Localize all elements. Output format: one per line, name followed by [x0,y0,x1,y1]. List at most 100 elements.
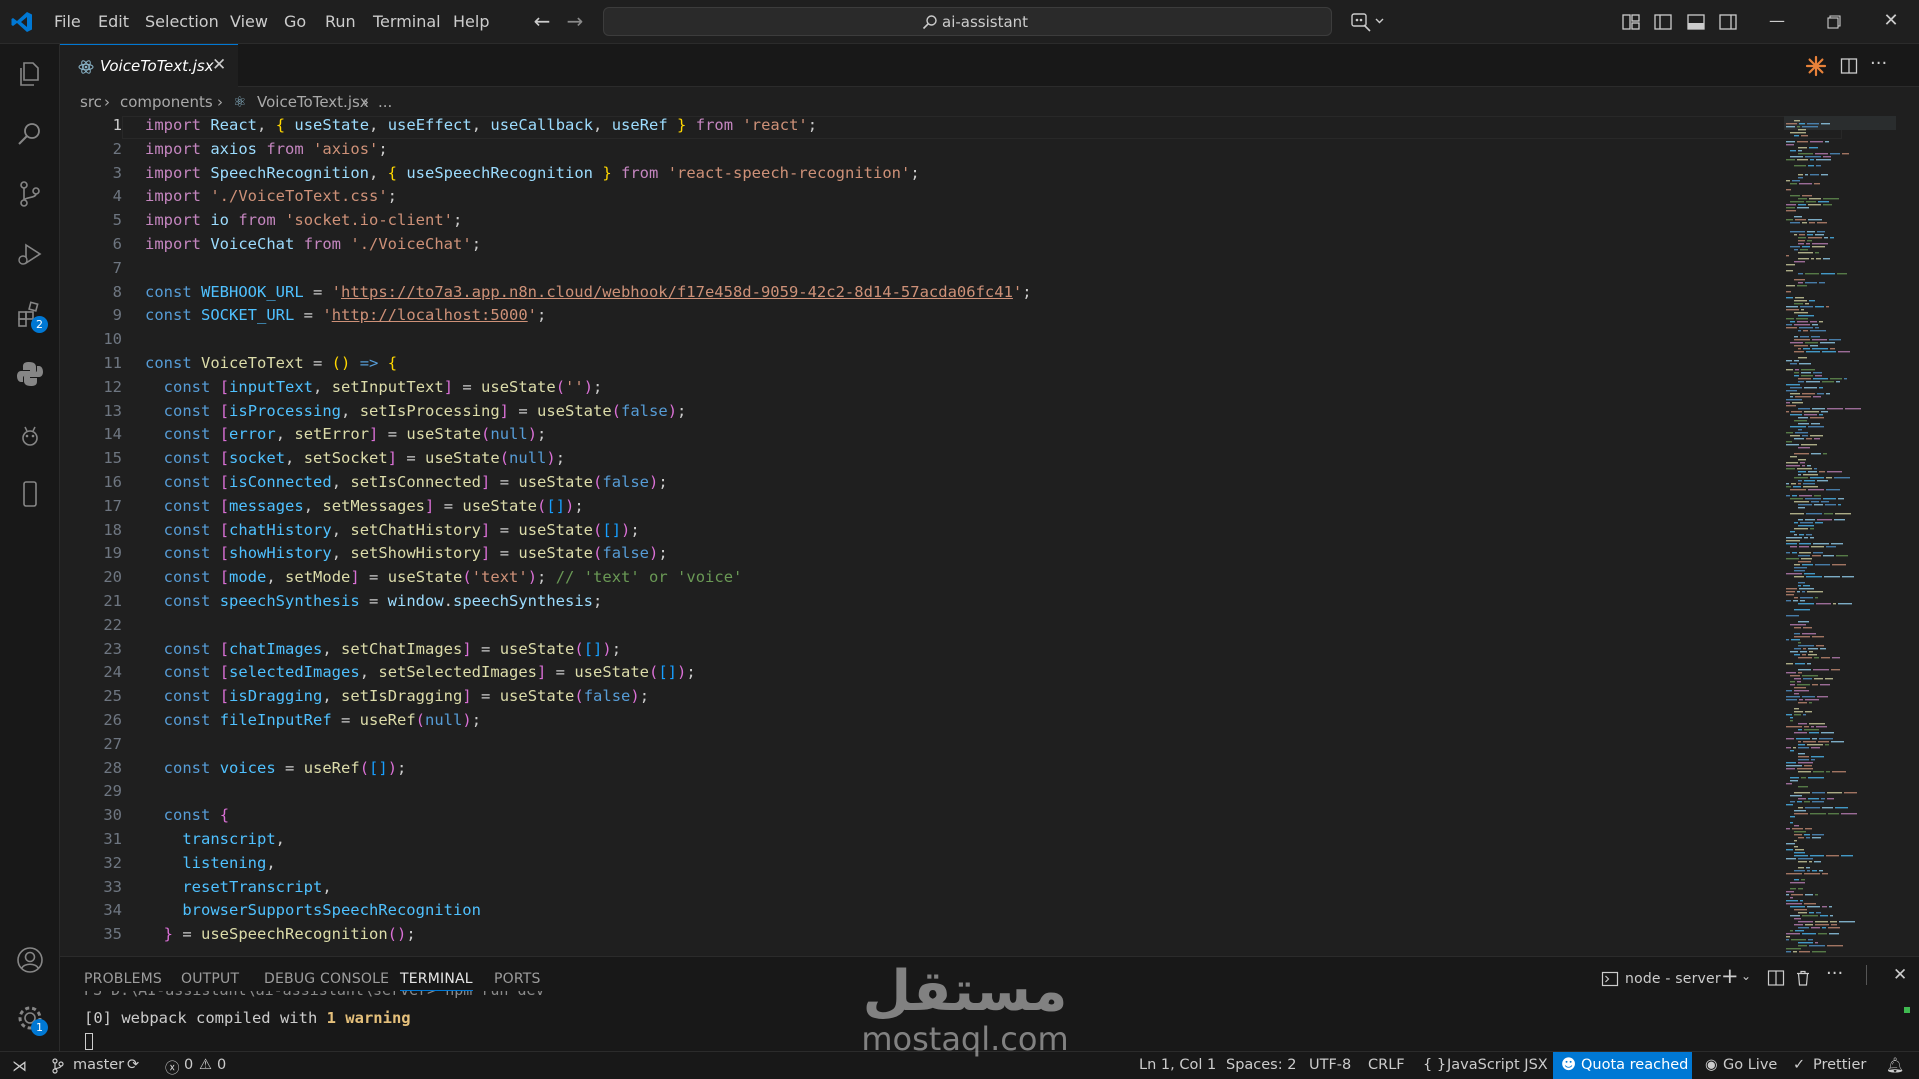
toggle-secondary-sidebar-icon[interactable] [1718,12,1738,32]
minimap-line [1790,906,1805,908]
docker-whale-icon[interactable] [14,418,46,450]
minimap-line [1812,636,1824,638]
minimap-line [1798,582,1805,584]
split-editor-icon[interactable] [1840,57,1858,75]
toggle-primary-sidebar-icon[interactable] [1653,12,1673,32]
minimap-line [1816,645,1824,647]
code-line: const VoiceToText = () => { [145,354,398,372]
copilot-icon[interactable] [1350,11,1386,33]
tab-output[interactable]: OUTPUT [181,971,239,987]
minimap-line [1814,183,1820,185]
sync-icon[interactable]: ⟳ [127,1057,139,1073]
close-panel-icon[interactable]: ✕ [1893,965,1907,985]
minimap-line [1830,237,1834,239]
tab-voicetotext[interactable]: VoiceToText.jsx ✕ [60,44,238,87]
close-window-icon[interactable]: ✕ [1880,10,1902,32]
language-mode[interactable]: JavaScript JSX [1447,1057,1548,1073]
claude-spark-icon[interactable] [1805,55,1827,77]
notifications-bell-icon[interactable]: 🔔︎ [1886,1057,1904,1074]
tab-terminal[interactable]: TERMINAL [400,971,473,991]
minimap-line [1811,258,1814,260]
minimap-line [1810,321,1817,323]
back-arrow-icon[interactable]: ← [531,10,553,32]
terminal-scroll-indicator [1904,1007,1910,1013]
menu-terminal[interactable]: Terminal [373,12,441,31]
warning-count[interactable]: 0 [217,1057,226,1073]
trash-icon[interactable] [1794,969,1812,987]
source-control-icon[interactable] [14,178,46,210]
minimap-line [1805,924,1813,926]
minimap-line [1794,351,1804,353]
more-actions-icon[interactable]: ··· [1870,53,1887,74]
customize-layout-icon[interactable] [1621,12,1641,32]
terminal-name[interactable]: node - server [1625,971,1721,987]
tab-ports[interactable]: PORTS [494,971,541,987]
chevron-down-icon[interactable]: ⌄ [1741,969,1751,983]
breadcrumb-more[interactable]: ... [378,93,392,111]
minimap-line [1794,840,1797,842]
remote-icon[interactable]: ⋊ [12,1057,27,1075]
vscode-logo-icon[interactable] [10,10,34,34]
accounts-icon[interactable] [14,944,46,976]
minimap-line [1786,903,1802,905]
line-number: 24 [103,663,122,682]
command-center-search[interactable]: ai-assistant [603,7,1332,36]
split-terminal-icon[interactable] [1767,969,1785,987]
panel-more-icon[interactable]: ··· [1826,963,1843,984]
minimap-line [1798,837,1804,839]
minimap-line [1786,204,1796,206]
minimap-line [1817,480,1828,482]
indentation[interactable]: Spaces: 2 [1226,1057,1296,1073]
go-live[interactable]: Go Live [1723,1057,1777,1073]
minimap-line [1813,396,1821,398]
tab-debug-console[interactable]: DEBUG CONSOLE [264,971,389,987]
minimize-icon[interactable]: — [1766,10,1788,32]
tab-problems[interactable]: PROBLEMS [84,971,162,987]
breadcrumb-file[interactable]: VoiceToText.jsx [257,93,369,111]
new-terminal-icon[interactable]: + [1721,964,1739,988]
forward-arrow-icon[interactable]: → [564,10,586,32]
minimap-line [1809,198,1821,200]
restore-icon[interactable] [1826,14,1842,30]
quota-reached-button[interactable]: ☻ Quota reached [1553,1052,1692,1079]
line-ending[interactable]: CRLF [1368,1057,1405,1073]
menu-help[interactable]: Help [453,12,489,31]
encoding[interactable]: UTF-8 [1309,1057,1351,1073]
breadcrumb-src[interactable]: src [80,93,102,111]
line-number: 15 [103,449,122,468]
minimap-line [1815,597,1818,599]
minimap-line [1798,483,1801,485]
terminal-output[interactable]: [0] webpack compiled with 1 warning [84,1009,411,1027]
cursor-position[interactable]: Ln 1, Col 1 [1139,1057,1216,1073]
minimap-line [1798,357,1807,359]
minimap-line [1790,222,1800,224]
close-tab-icon[interactable]: ✕ [212,55,226,75]
code-line: resetTranscript, [182,877,332,896]
python-icon[interactable] [14,358,46,390]
search-view-icon[interactable] [14,118,46,150]
minimap[interactable] [1784,116,1896,956]
minimap-line [1786,390,1797,392]
menu-run[interactable]: Run [325,12,356,31]
menu-go[interactable]: Go [284,12,306,31]
code-editor[interactable]: 1 2 3 4 5 6 7 8 9 10 11 12 13 14 15 16 17 18 19 20 21 22 23 24 2… [60,116,1919,956]
breadcrumb-components[interactable]: components [120,93,213,111]
code-line: const [isDragging, setIsDragging] = useS… [163,687,650,706]
device-icon[interactable] [14,478,46,510]
menu-view[interactable]: View [230,12,268,31]
menu-edit[interactable]: Edit [98,12,129,31]
git-branch[interactable]: master [73,1057,124,1073]
minimap-line [1812,792,1825,794]
run-debug-icon[interactable] [14,238,46,270]
error-count[interactable]: 0 [184,1057,193,1073]
minimap-line [1790,246,1800,248]
menu-file[interactable]: File [54,12,81,31]
line-number: 34 [103,901,122,920]
prettier[interactable]: Prettier [1813,1057,1866,1073]
minimap-line [1812,801,1824,803]
explorer-icon[interactable] [14,58,46,90]
menu-selection[interactable]: Selection [145,12,219,31]
code-line: const [showHistory, setShowHistory] = us… [163,544,668,563]
minimap-line [1798,150,1802,152]
toggle-panel-icon[interactable] [1686,12,1706,32]
